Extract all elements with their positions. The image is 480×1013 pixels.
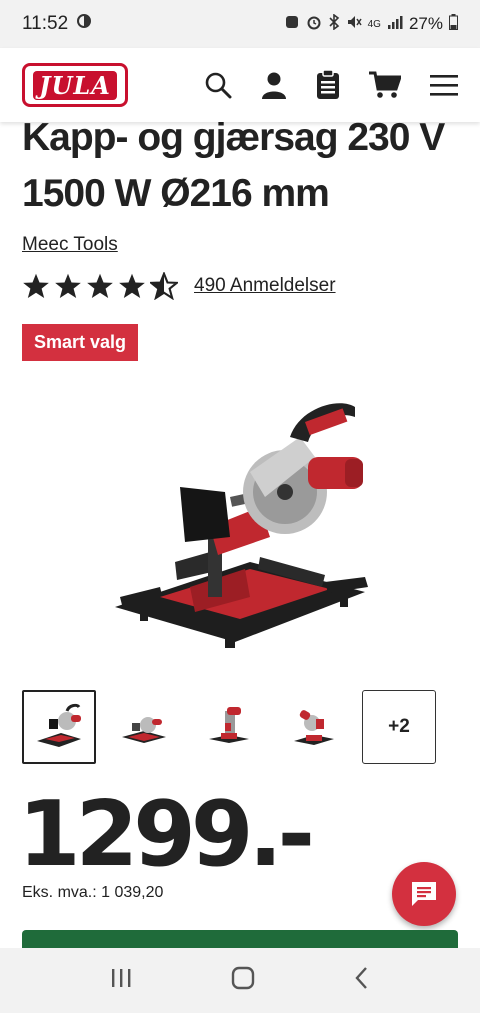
recent-apps-icon[interactable] (110, 968, 132, 993)
price-excl-vat: Eks. mva.: 1 039,20 (22, 884, 164, 901)
user-icon[interactable] (261, 71, 287, 99)
star-icon (87, 273, 113, 299)
menu-icon[interactable] (430, 73, 458, 97)
home-icon[interactable] (231, 966, 255, 995)
jula-logo[interactable]: JULA (22, 63, 128, 107)
bluetooth-icon (328, 12, 340, 35)
star-icon (119, 273, 145, 299)
image-thumbnails: +2 (22, 690, 436, 764)
status-bar: 11:52 4G 27% (0, 0, 480, 48)
battery-icon (449, 13, 458, 35)
star-icon (55, 273, 81, 299)
product-price: 1299.- (18, 782, 315, 887)
thumbnail-2[interactable] (107, 690, 181, 764)
brand-link[interactable]: Meec Tools (22, 234, 118, 256)
notification-icon (284, 14, 300, 35)
search-icon[interactable] (204, 71, 232, 99)
product-image[interactable] (100, 397, 380, 657)
mute-icon (346, 14, 362, 35)
reviews-link[interactable]: 490 Anmeldelser (194, 275, 336, 297)
star-icon (23, 273, 49, 299)
signal-icon (387, 14, 403, 34)
thumbnail-1[interactable] (22, 690, 96, 764)
site-header: JULA (0, 48, 480, 122)
product-page: Kapp- og gjærsag 230 V 1500 W Ø216 mm Me… (0, 122, 480, 948)
add-to-cart-button[interactable] (22, 930, 458, 948)
clipboard-icon[interactable] (316, 70, 340, 100)
more-images-button[interactable]: +2 (362, 690, 436, 764)
half-star-icon (150, 272, 178, 300)
network-type: 4G (367, 18, 381, 30)
thumbnail-3[interactable] (192, 690, 266, 764)
thumbnail-4[interactable] (277, 690, 351, 764)
status-time: 11:52 (22, 13, 69, 34)
android-nav-bar (0, 948, 480, 1013)
chat-icon (412, 882, 436, 906)
cart-icon[interactable] (369, 71, 401, 99)
chat-button[interactable] (392, 862, 456, 926)
logo-text: JULA (33, 70, 117, 100)
product-title: Kapp- og gjærsag 230 V 1500 W Ø216 mm (22, 122, 445, 215)
battery-level: 27% (408, 14, 443, 33)
back-icon[interactable] (354, 966, 370, 995)
sync-icon (76, 13, 92, 35)
alarm-icon (306, 14, 322, 35)
product-rating[interactable]: 490 Anmeldelser (22, 272, 336, 300)
smart-choice-badge: Smart valg (22, 324, 139, 361)
